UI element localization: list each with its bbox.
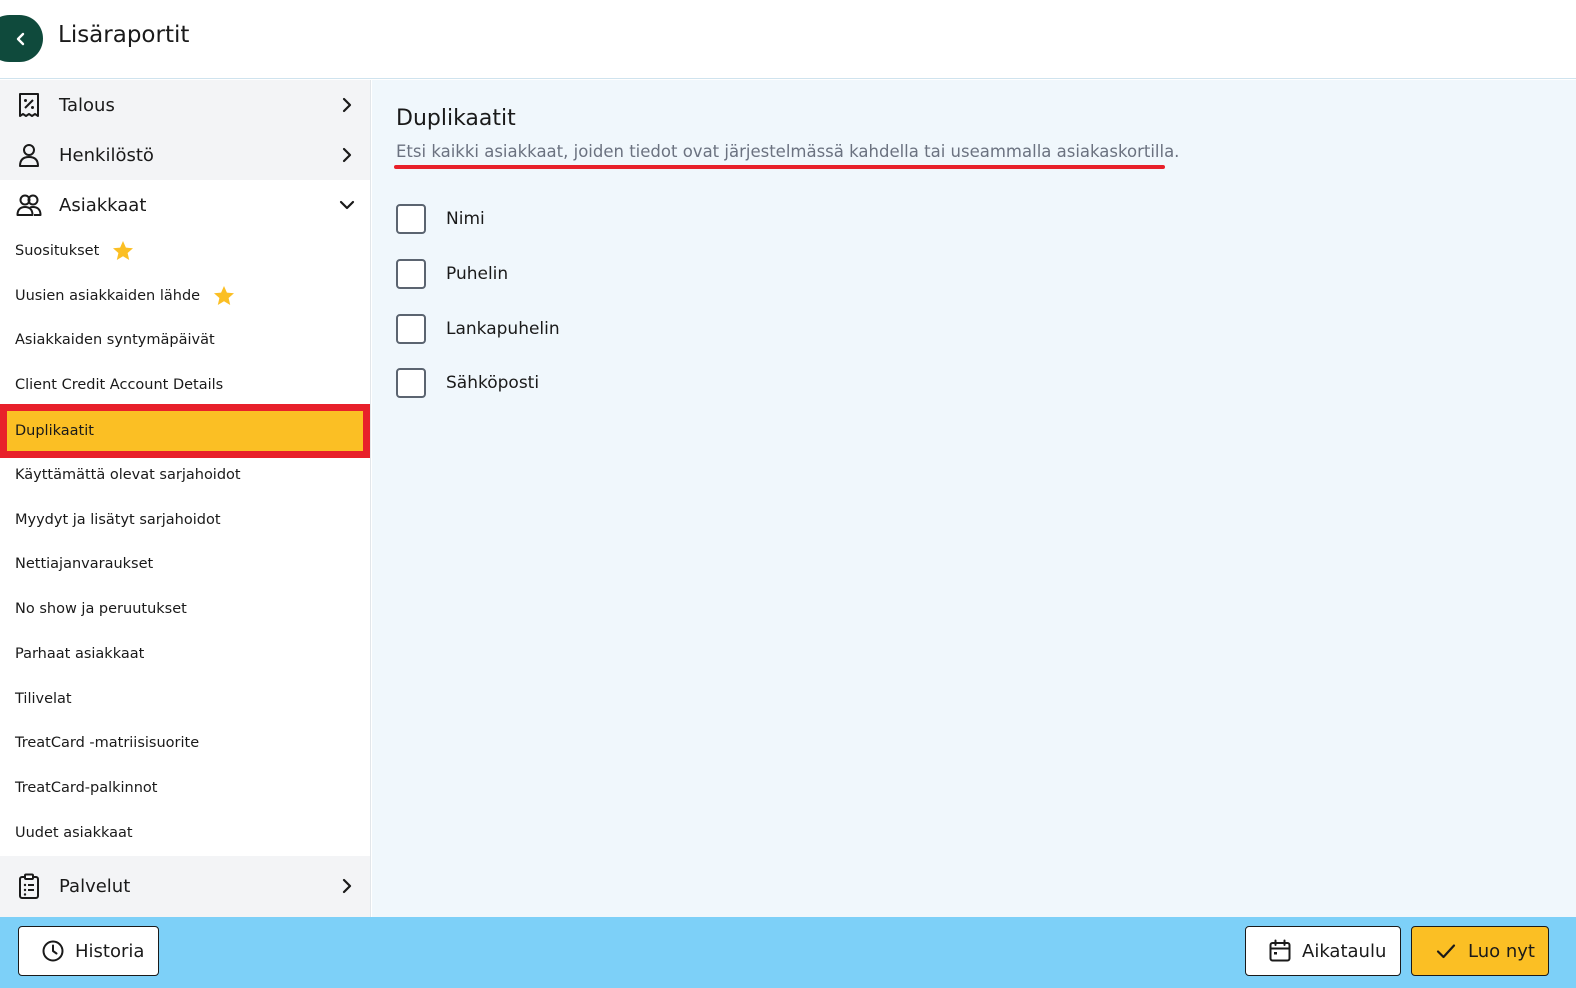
chevron-right-icon: [342, 147, 352, 163]
sidebar-item-label: Suositukset: [15, 243, 100, 259]
sidebar-item-kayttamatta-sarjahoidot[interactable]: Käyttämättä olevat sarjahoidot: [0, 453, 370, 497]
sidebar-item-label: Asiakkaiden syntymäpäivät: [15, 332, 215, 348]
schedule-button[interactable]: Aikataulu: [1245, 926, 1401, 976]
sidebar-item-suositukset[interactable]: Suositukset: [0, 229, 370, 273]
header: Lisäraportit: [0, 0, 1576, 79]
footer-bar: Historia Aikataulu Luo nyt: [0, 917, 1576, 988]
sidebar-category-asiakkaat[interactable]: Asiakkaat: [0, 180, 370, 230]
sidebar-category-label: Palvelut: [59, 876, 131, 897]
schedule-label: Aikataulu: [1302, 940, 1387, 962]
user-icon: [19, 144, 39, 167]
sidebar-item-uusien-asiakkaiden-lahde[interactable]: Uusien asiakkaiden lähde: [0, 274, 370, 318]
create-now-label: Luo nyt: [1468, 940, 1535, 962]
calendar-icon: [1269, 939, 1291, 962]
option-puhelin[interactable]: Puhelin: [396, 259, 508, 289]
chevron-right-icon: [342, 97, 352, 113]
report-title: Duplikaatit: [396, 106, 516, 131]
sidebar-category-label: Henkilöstö: [59, 144, 154, 166]
sidebar: Talous Henkilöstö Asiakkaat Suositukset: [0, 80, 371, 917]
star-icon: [113, 241, 134, 260]
sidebar-item-label: Duplikaatit: [15, 423, 94, 439]
checkbox[interactable]: [396, 259, 426, 289]
sidebar-item-syntymapaivat[interactable]: Asiakkaiden syntymäpäivät: [0, 318, 370, 362]
history-button[interactable]: Historia: [18, 926, 159, 976]
sidebar-category-talous[interactable]: Talous: [0, 80, 370, 130]
sidebar-item-label: Myydyt ja lisätyt sarjahoidot: [15, 512, 221, 528]
create-now-button[interactable]: Luo nyt: [1411, 926, 1549, 976]
report-panel: Duplikaatit Etsi kaikki asiakkaat, joide…: [372, 80, 1576, 917]
sidebar-item-duplikaatit[interactable]: Duplikaatit: [0, 404, 370, 458]
sidebar-item-tilivelat[interactable]: Tilivelat: [0, 677, 370, 721]
sidebar-item-myydyt-sarjahoidot[interactable]: Myydyt ja lisätyt sarjahoidot: [0, 498, 370, 542]
sidebar-item-label: Uusien asiakkaiden lähde: [15, 288, 201, 304]
check-icon: [1436, 944, 1456, 959]
sidebar-item-parhaat-asiakkaat[interactable]: Parhaat asiakkaat: [0, 632, 370, 676]
chevron-left-icon: [16, 32, 24, 45]
chevron-down-icon: [339, 200, 355, 210]
chevron-right-icon: [342, 878, 352, 894]
sidebar-category-label: Asiakkaat: [59, 194, 147, 216]
history-label: Historia: [75, 940, 145, 962]
back-button[interactable]: [0, 15, 43, 62]
page-title: Lisäraportit: [58, 22, 190, 48]
sidebar-item-uudet-asiakkaat[interactable]: Uudet asiakkaat: [0, 811, 370, 855]
sidebar-item-label: Tilivelat: [15, 691, 72, 707]
report-description: Etsi kaikki asiakkaat, joiden tiedot ova…: [396, 142, 1180, 161]
description-underline-annotation: [394, 165, 1165, 169]
option-label: Sähköposti: [446, 373, 540, 393]
star-icon: [214, 286, 235, 305]
option-label: Puhelin: [446, 264, 509, 284]
sidebar-item-label: Nettiajanvaraukset: [15, 556, 154, 572]
option-label: Lankapuhelin: [446, 319, 560, 339]
option-lankapuhelin[interactable]: Lankapuhelin: [396, 314, 560, 344]
sidebar-item-label: Parhaat asiakkaat: [15, 646, 145, 662]
sidebar-item-client-credit[interactable]: Client Credit Account Details: [0, 363, 370, 407]
sidebar-item-label: TreatCard-palkinnot: [15, 780, 158, 796]
option-nimi[interactable]: Nimi: [396, 204, 485, 234]
option-sahkoposti[interactable]: Sähköposti: [396, 368, 539, 398]
checkbox[interactable]: [396, 368, 426, 398]
sidebar-item-label: TreatCard -matriisisuorite: [15, 735, 200, 751]
checkbox[interactable]: [396, 204, 426, 234]
sidebar-item-treatcard-matriisi[interactable]: TreatCard -matriisisuorite: [0, 721, 370, 765]
sidebar-category-palvelut[interactable]: Palvelut: [0, 856, 370, 917]
receipt-percent-icon: [19, 93, 39, 117]
sidebar-item-label: Client Credit Account Details: [15, 377, 224, 393]
sidebar-category-label: Talous: [59, 94, 115, 116]
sidebar-category-henkilosto[interactable]: Henkilöstö: [0, 130, 370, 180]
checkbox[interactable]: [396, 314, 426, 344]
sidebar-item-no-show[interactable]: No show ja peruutukset: [0, 587, 370, 631]
users-icon: [16, 194, 42, 216]
clock-icon: [42, 940, 64, 962]
sidebar-item-label: Käyttämättä olevat sarjahoidot: [15, 467, 241, 483]
option-label: Nimi: [446, 209, 485, 229]
clipboard-list-icon: [19, 873, 39, 899]
sidebar-item-treatcard-palkinnot[interactable]: TreatCard-palkinnot: [0, 766, 370, 810]
sidebar-item-nettiajanvaraukset[interactable]: Nettiajanvaraukset: [0, 542, 370, 586]
sidebar-item-label: Uudet asiakkaat: [15, 825, 133, 841]
sidebar-item-label: No show ja peruutukset: [15, 601, 187, 617]
